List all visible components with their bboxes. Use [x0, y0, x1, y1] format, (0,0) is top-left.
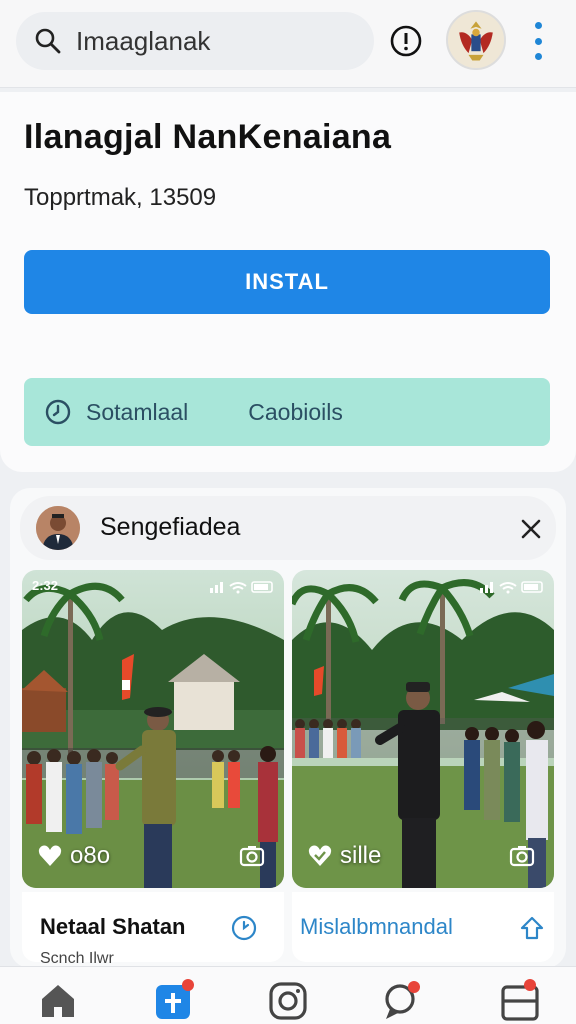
layers-icon[interactable] — [500, 979, 540, 1021]
clock-icon — [45, 399, 71, 425]
kebab-menu-icon[interactable] — [528, 22, 548, 60]
search-input[interactable]: Imaaglanak — [16, 12, 374, 70]
app-card: Ilanagjal NanKenaiana Topprtmak, 13509 I… — [0, 92, 576, 472]
add-post-icon[interactable] — [154, 979, 194, 1021]
heart-check-icon — [308, 845, 332, 866]
caption-subtitle: Scnch Ilwr — [40, 950, 114, 964]
status-bar-icons — [480, 581, 543, 594]
app-title: Ilanagjal NanKenaiana — [24, 118, 392, 156]
chat-icon[interactable] — [382, 981, 422, 1021]
feed-header: Sengefiadea — [20, 496, 556, 560]
like-count-label: sille — [340, 842, 382, 869]
share-icon[interactable] — [518, 914, 546, 942]
camera-icon[interactable] — [508, 842, 536, 870]
like-count[interactable]: o8o — [36, 842, 110, 870]
status-time: 2:32 — [32, 578, 59, 593]
info-icon[interactable] — [389, 24, 423, 58]
village-crowd-image — [292, 570, 554, 888]
feed-card: Sengefiadea 2:32 o8o sille Netaal Shatan… — [10, 488, 566, 968]
status-bar-icons — [210, 581, 273, 594]
instagram-icon[interactable] — [268, 981, 308, 1021]
search-value: Imaaglanak — [76, 25, 211, 56]
app-subtitle: Topprtmak, 13509 — [24, 184, 217, 211]
camera-icon[interactable] — [238, 842, 266, 870]
user-avatar[interactable] — [36, 506, 80, 550]
chip-right-label: Caobioils — [248, 398, 343, 425]
video-tile-right[interactable]: sille — [292, 570, 554, 888]
chip-left-label: Sotamlaal — [86, 398, 189, 425]
top-bar: Imaaglanak — [0, 0, 576, 88]
profile-avatar[interactable] — [446, 10, 506, 70]
heart-icon — [38, 845, 62, 866]
caption-title: Mislalbmnandal — [300, 914, 453, 939]
clock-icon[interactable] — [230, 914, 258, 942]
info-chip-bar[interactable]: Sotamlaal Caobioils — [24, 378, 550, 446]
caption-left[interactable]: Netaal Shatan Scnch Ilwr — [22, 892, 284, 964]
village-gathering-image — [22, 570, 284, 888]
bottom-nav — [0, 966, 576, 1024]
video-tile-left[interactable]: 2:32 o8o — [22, 570, 284, 888]
search-icon — [35, 28, 61, 54]
install-button[interactable]: INSTAL — [24, 250, 550, 314]
close-icon[interactable] — [520, 518, 542, 540]
caption-right[interactable]: Mislalbmnandal — [292, 892, 554, 962]
like-count[interactable]: sille — [306, 842, 381, 870]
caption-title: Netaal Shatan — [40, 914, 186, 939]
user-name[interactable]: Sengefiadea — [100, 513, 240, 542]
home-icon[interactable] — [38, 981, 78, 1021]
like-count-label: o8o — [70, 842, 111, 869]
